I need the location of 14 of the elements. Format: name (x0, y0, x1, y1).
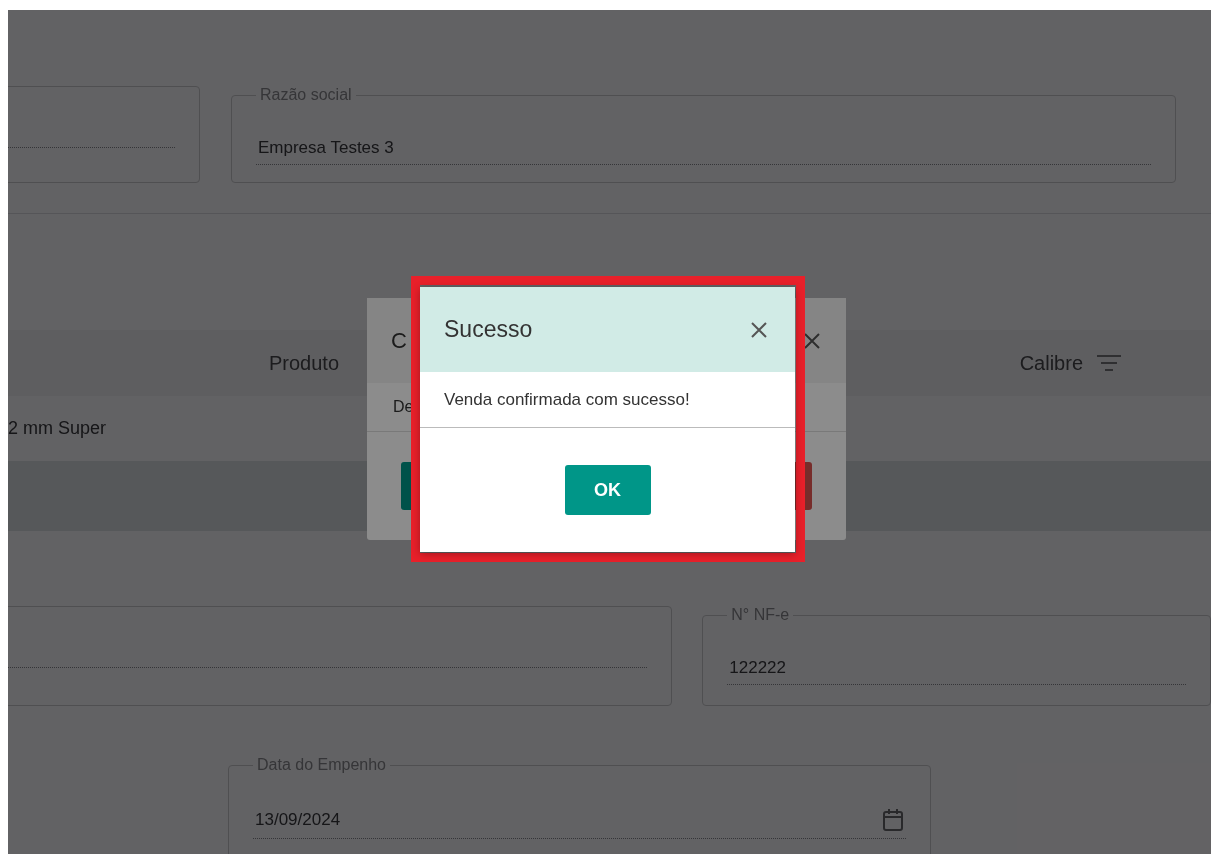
dialog-title: C (391, 327, 407, 354)
filter-icon[interactable] (1095, 353, 1123, 373)
table-cell: 2 mm Super (8, 418, 107, 439)
close-icon[interactable] (802, 330, 822, 351)
column-header[interactable]: Produto (269, 351, 340, 375)
text-field[interactable] (8, 606, 673, 706)
calendar-icon[interactable] (882, 808, 904, 832)
dialog-message: Venda confirmada com sucesso! (420, 372, 795, 428)
field-value: 122222 (729, 658, 786, 678)
dialog-title: Sucesso (444, 316, 533, 343)
field-value: Empresa Testes 3 (258, 138, 394, 158)
field-value: 13/09/2024 (255, 810, 341, 830)
column-header[interactable]: Calibre (1019, 351, 1083, 375)
ok-button[interactable]: OK (564, 465, 651, 515)
